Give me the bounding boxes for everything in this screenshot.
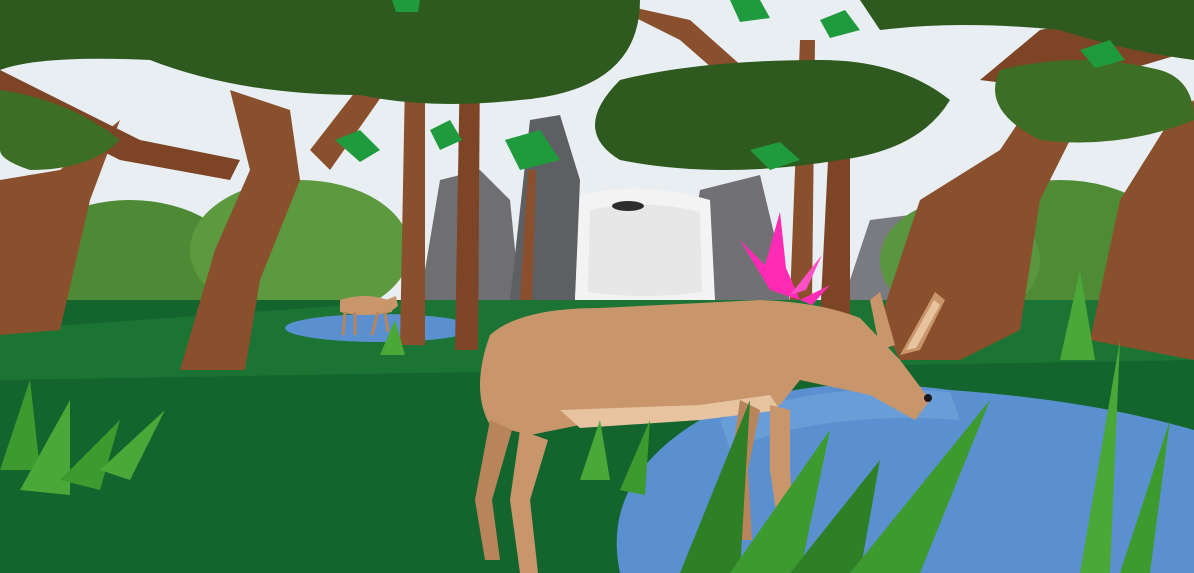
game-viewport[interactable]	[0, 0, 1194, 573]
forest-scene	[0, 0, 1194, 573]
waterfall	[575, 188, 715, 305]
background-stream	[285, 314, 475, 342]
